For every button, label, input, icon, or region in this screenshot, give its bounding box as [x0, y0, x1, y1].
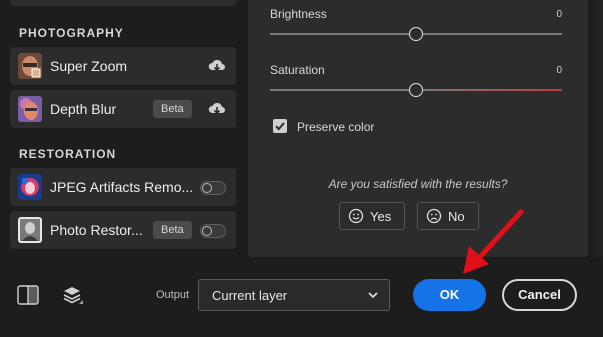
cloud-download-icon[interactable] [208, 102, 226, 116]
preserve-color-checkbox[interactable] [273, 119, 287, 133]
jpeg-artifacts-thumbnail [18, 174, 42, 200]
no-label: No [448, 208, 465, 224]
saturation-value: 0 [556, 65, 562, 76]
photo-restoration-thumbnail [18, 217, 42, 243]
cancel-button[interactable]: Cancel [502, 279, 577, 311]
brightness-slider-thumb[interactable] [409, 27, 423, 41]
feedback-question: Are you satisfied with the results? [328, 177, 508, 191]
depth-blur-thumbnail [18, 96, 42, 122]
yes-label: Yes [370, 208, 392, 224]
output-dropdown[interactable]: Current layer [198, 279, 390, 311]
photo-restoration-toggle[interactable] [200, 224, 226, 238]
beta-badge: Beta [153, 221, 192, 239]
cloud-download-icon[interactable] [208, 59, 226, 73]
ok-button[interactable]: OK [413, 279, 486, 311]
filter-item-partial[interactable] [10, 0, 236, 6]
filter-label: Super Zoom [50, 58, 128, 74]
output-label: Output [156, 289, 190, 301]
panel-scrollbar[interactable] [595, 0, 603, 257]
filter-label: Depth Blur [50, 101, 117, 117]
checkmark-icon [275, 122, 285, 131]
filter-label: JPEG Artifacts Remo... [50, 179, 194, 195]
beta-badge: Beta [153, 100, 192, 118]
filter-item-jpeg-artifacts-removal[interactable]: JPEG Artifacts Remo... [10, 168, 236, 206]
feedback-yes-button[interactable]: Yes [339, 202, 405, 230]
jpeg-artifacts-toggle[interactable] [200, 181, 226, 195]
smile-icon [348, 208, 364, 224]
section-heading-restoration: RESTORATION [19, 147, 117, 161]
brightness-label: Brightness [270, 7, 327, 21]
split-view-icon[interactable] [16, 283, 40, 307]
chevron-down-icon [368, 292, 378, 299]
super-zoom-thumbnail [18, 53, 42, 79]
filter-label: Photo Restor... [50, 222, 143, 238]
filter-settings-panel: Brightness 0 Saturation 0 Preserve color… [248, 0, 588, 257]
saturation-label: Saturation [270, 63, 325, 77]
frown-icon [426, 208, 442, 224]
feedback-no-button[interactable]: No [417, 202, 479, 230]
saturation-slider-thumb[interactable] [409, 83, 423, 97]
brightness-value: 0 [556, 9, 562, 20]
filter-item-super-zoom[interactable]: Super Zoom [10, 47, 236, 85]
filter-item-depth-blur[interactable]: Depth Blur Beta [10, 90, 236, 128]
filters-panel: PHOTOGRAPHY Super Zoom Depth Blur Beta R… [0, 0, 248, 257]
bottom-action-bar: Output Current layer OK Cancel [0, 257, 603, 337]
section-heading-photography: PHOTOGRAPHY [19, 26, 124, 40]
filter-item-photo-restoration[interactable]: Photo Restor... Beta [10, 211, 236, 249]
preserve-color-label: Preserve color [297, 120, 375, 134]
layers-icon[interactable] [60, 283, 84, 307]
output-dropdown-value: Current layer [212, 288, 288, 303]
